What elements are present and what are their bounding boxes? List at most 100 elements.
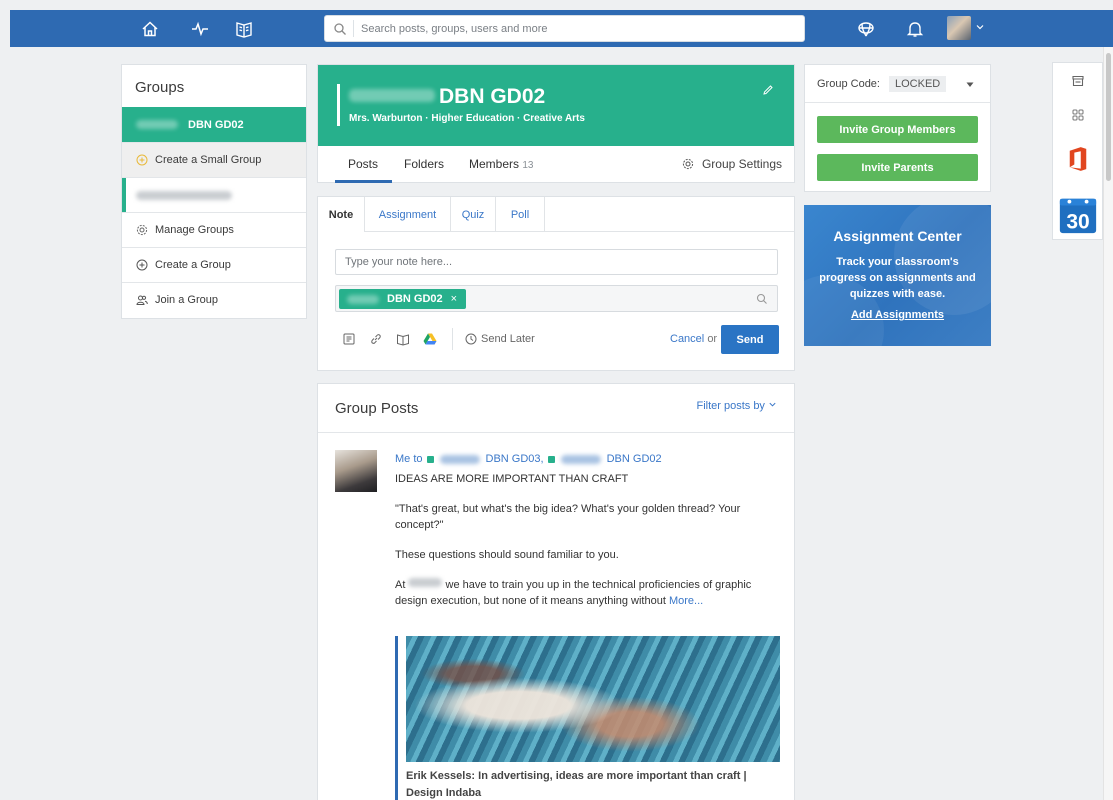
invite-group-members-button[interactable]: Invite Group Members [817,116,978,143]
groups-sidebar: Groups DBN GD02 Create a Small Group Man… [121,64,307,319]
group-posts-panel: Group Posts Filter posts by Me to DBN GD… [317,383,795,800]
tab-members[interactable]: Members 13 [469,157,533,171]
page-scrollbar[interactable] [1103,47,1113,800]
pencil-edit-icon[interactable] [762,84,774,96]
link-icon[interactable] [369,332,383,346]
backpack-book-icon[interactable] [234,19,254,39]
notifications-bell-icon[interactable] [905,19,925,39]
group-code-value: LOCKED [889,76,947,92]
search-input[interactable] [361,19,791,39]
tab-poll[interactable]: Poll [496,197,545,232]
redacted-text [347,294,379,304]
tab-members-label: Members [469,157,520,171]
sidebar-item-join-group[interactable]: Join a Group [122,282,306,317]
group-header: DBN GD02 Mrs. Warburton · Higher Educati… [317,64,795,183]
cancel-link[interactable]: Cancel or [670,333,717,345]
apps-column: 30 [1052,62,1103,240]
post-paragraph: These questions should sound familiar to… [395,549,619,561]
post-paragraph: At we have to train you up in the techni… [395,577,780,609]
post-to: to [413,453,423,465]
group-title: DBN GD02 [349,85,545,109]
redacted-text [408,578,443,587]
sidebar-item-other-group[interactable] [122,177,306,212]
tab-posts[interactable]: Posts [348,157,378,171]
post-recipient-2[interactable]: DBN GD02 [607,451,662,467]
remove-recipient-button[interactable]: × [451,293,457,305]
post-author-avatar[interactable] [335,450,377,492]
cancel-label: Cancel [670,333,705,345]
tab-assignment[interactable]: Assignment [365,197,451,232]
groups-heading: Groups [135,79,185,96]
composer-toolbar: Send Later [342,328,535,350]
recipients-field[interactable]: DBN GD02 × [335,285,778,312]
group-tabs: Posts Folders Members 13 Group Settings [318,146,794,183]
tab-quiz[interactable]: Quiz [451,197,496,232]
group-name: DBN GD02 [439,85,546,108]
store-icon[interactable] [1053,69,1102,93]
assignment-center-title: Assignment Center [833,228,962,244]
sidebar-item-create-small-group[interactable]: Create a Small Group [122,142,306,177]
office-icon[interactable] [1053,141,1102,177]
tab-folders[interactable]: Folders [404,157,444,171]
plus-circle-icon [136,154,148,166]
banner-accent [337,84,340,126]
add-assignments-link[interactable]: Add Assignments [804,309,991,321]
group-color-marker [547,455,555,463]
sidebar-item-label: Join a Group [155,294,218,306]
apps-launcher-icon[interactable] [856,19,876,39]
recipient-chip-label: DBN GD02 [387,293,443,305]
send-later-button[interactable]: Send Later [465,333,535,345]
post-recipient-1[interactable]: DBN GD03, [486,451,544,467]
group-code-label: Group Code: [817,78,880,90]
group-settings-label: Group Settings [701,157,782,171]
group-code-row[interactable]: Group Code: LOCKED [805,65,990,103]
sidebar-item-create-group[interactable]: Create a Group [122,247,306,282]
search-divider [353,20,354,37]
library-book-icon[interactable] [396,332,410,346]
post-paragraph: "That's great, but what's the big idea? … [395,503,741,531]
post-headline: IDEAS ARE MORE IMPORTANT THAN CRAFT [395,473,629,485]
search-icon [756,293,767,304]
plus-circle-icon [136,259,148,271]
home-icon[interactable] [140,19,160,39]
group-banner: DBN GD02 Mrs. Warburton · Higher Educati… [318,65,794,146]
active-group-label: DBN GD02 [188,118,244,131]
tab-note[interactable]: Note [318,197,365,232]
or-label: or [707,333,718,345]
calendar-icon[interactable]: 30 [1053,193,1102,237]
assignment-center-description: Track your classroom's progress on assig… [819,256,976,300]
sidebar-item-label: Create a Small Group [155,154,262,166]
caret-down-icon[interactable] [966,82,974,88]
user-avatar[interactable] [947,16,971,40]
app-grid-icon[interactable] [1053,103,1102,127]
activity-pulse-icon[interactable] [190,19,210,39]
more-link[interactable]: More... [669,595,703,607]
search-bar [324,15,805,42]
post-paragraph-start: At [395,579,406,591]
post-author[interactable]: Me [395,451,410,467]
link-attachment[interactable]: Erik Kessels: In advertising, ideas are … [395,636,780,800]
active-tab-indicator [335,180,392,183]
invite-parents-button[interactable]: Invite Parents [817,154,978,181]
search-icon [334,23,346,35]
group-code-panel: Group Code: LOCKED Invite Group Members … [804,64,991,192]
chevron-down-icon[interactable] [975,22,985,32]
send-button[interactable]: Send [721,325,779,354]
note-input[interactable] [335,249,778,275]
scrollbar-thumb[interactable] [1106,53,1111,181]
filter-posts-dropdown[interactable]: Filter posts by [696,400,777,412]
sidebar-item-active-group[interactable]: DBN GD02 [122,107,306,142]
attachment-image[interactable] [406,636,780,762]
redacted-text [560,454,601,464]
users-icon [136,295,148,305]
group-settings-button[interactable]: Group Settings [682,157,782,171]
attach-file-icon[interactable] [342,332,356,346]
google-drive-icon[interactable] [423,332,437,346]
redacted-text [439,454,480,464]
sidebar-item-manage-groups[interactable]: Manage Groups [122,212,306,247]
assignment-center-promo: Assignment Center Track your classroom's… [804,205,991,346]
attachment-title[interactable]: Erik Kessels: In advertising, ideas are … [406,768,780,800]
chevron-down-icon [769,402,776,407]
gear-icon [682,158,694,170]
send-later-label: Send Later [481,333,535,345]
